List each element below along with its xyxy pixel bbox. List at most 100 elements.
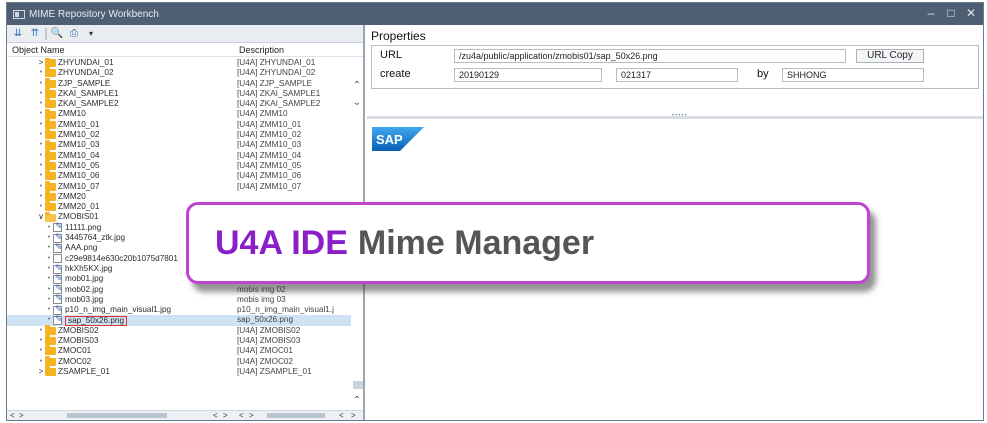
splitter-grip-icon[interactable]: ••••• bbox=[672, 113, 688, 119]
collapse-arrow-icon[interactable]: ∨ bbox=[37, 212, 45, 222]
tree-folder-row[interactable]: • ZMOC02 [U4A] ZMOC02 bbox=[7, 355, 351, 367]
tree-node-description: [U4A] ZKAI_SAMPLE1 bbox=[237, 88, 321, 98]
scroll-right-icon[interactable]: > bbox=[223, 411, 228, 420]
tree-node[interactable]: • p10_n_img_main_visual1.jpg bbox=[45, 304, 171, 315]
tree-folder-row[interactable]: • ZMM20 bbox=[7, 191, 351, 202]
tree-node-label: hkXh5KX.jpg bbox=[65, 263, 113, 273]
tree-node[interactable]: • c29e9814e630c20b1075d7801 bbox=[45, 254, 178, 264]
properties-title: Properties bbox=[371, 29, 426, 43]
tree-folder-row[interactable]: > ZSAMPLE_01 [U4A] ZSAMPLE_01 bbox=[7, 366, 351, 377]
tree-node-label: ZMM10_06 bbox=[58, 171, 100, 181]
scroll-right-icon[interactable]: > bbox=[351, 411, 356, 420]
tree-node-label: ZMM20 bbox=[58, 191, 86, 201]
folder-icon bbox=[45, 77, 56, 88]
tree-node-label: mob01.jpg bbox=[65, 274, 104, 284]
column-object-name[interactable]: Object Name bbox=[12, 45, 65, 55]
created-by-field[interactable]: SHHONG bbox=[782, 68, 924, 82]
horizontal-scrollbar[interactable]: < > < > < > < > bbox=[7, 410, 363, 420]
tree-folder-row[interactable]: • ZMM10_02 [U4A] ZMM10_02 bbox=[7, 129, 351, 140]
tree-node[interactable]: ∨ ZMOBIS01 bbox=[37, 211, 99, 222]
tree-node-label: AAA.png bbox=[65, 243, 98, 253]
url-field[interactable]: /zu4a/public/application/zmobis01/sap_50… bbox=[454, 49, 846, 63]
tree-folder-row[interactable]: • ZMM10_07 [U4A] ZMM10_07 bbox=[7, 180, 351, 192]
tree-node-description: [U4A] ZMM10 bbox=[237, 109, 288, 119]
maximize-icon[interactable]: □ bbox=[945, 6, 957, 20]
image-file-icon bbox=[53, 314, 63, 326]
tree-node-label: mob03.jpg bbox=[65, 294, 104, 304]
tree-node[interactable]: > ZSAMPLE_01 bbox=[37, 366, 110, 377]
minimize-icon[interactable]: – bbox=[925, 6, 937, 20]
tree-node[interactable]: • mob03.jpg bbox=[45, 293, 104, 305]
by-label: by bbox=[757, 68, 769, 80]
expand-arrow-icon[interactable]: > bbox=[37, 58, 45, 68]
collapse-all-icon[interactable]: ⇈ bbox=[28, 27, 42, 40]
tree-bullet-icon: • bbox=[39, 357, 43, 365]
tree-node[interactable]: • 11111.png bbox=[45, 221, 101, 233]
tree-folder-row[interactable]: • ZMM10_06 [U4A] ZMM10_06 bbox=[7, 170, 351, 181]
window-controls: – □ ✕ bbox=[925, 6, 977, 20]
tree-bullet-icon: • bbox=[47, 223, 51, 231]
tree-bullet-icon: • bbox=[47, 244, 51, 252]
tree-node[interactable]: • AAA.png bbox=[45, 242, 98, 253]
scroll-right-icon[interactable]: > bbox=[19, 411, 24, 420]
tree-folder-row[interactable]: • ZJP_SAMPLE [U4A] ZJP_SAMPLE bbox=[7, 77, 351, 89]
tree-node-description: [U4A] ZMOBIS02 bbox=[237, 325, 301, 335]
tree-folder-row[interactable]: • ZMM10 [U4A] ZMM10 bbox=[7, 108, 351, 119]
tree-node[interactable]: •sap_50x26.png bbox=[45, 314, 127, 326]
tree-folder-row[interactable]: > ZHYUNDAI_01 [U4A] ZHYUNDAI_01 bbox=[7, 58, 351, 68]
tree-node[interactable]: • ZKAI_SAMPLE2 bbox=[37, 98, 119, 109]
scroll-up-icon[interactable]: ⌃ bbox=[353, 80, 361, 91]
tree-folder-row[interactable]: • ZMM10_04 [U4A] ZMM10_04 bbox=[7, 149, 351, 161]
tree-folder-row[interactable]: • ZHYUNDAI_02 [U4A] ZHYUNDAI_02 bbox=[7, 67, 351, 78]
tree-folder-row[interactable]: • ZMM10_05 [U4A] ZMM10_05 bbox=[7, 160, 351, 171]
horizontal-scroll-thumb[interactable] bbox=[267, 413, 325, 418]
tree-bullet-icon: • bbox=[39, 110, 43, 118]
horizontal-scroll-thumb[interactable] bbox=[67, 413, 167, 418]
scroll-left-icon[interactable]: < bbox=[213, 411, 218, 420]
close-icon[interactable]: ✕ bbox=[965, 6, 977, 20]
scroll-left-icon[interactable]: < bbox=[239, 411, 244, 420]
tree-node[interactable]: • ZMM10_02 bbox=[37, 129, 100, 140]
tree-folder-row[interactable]: • ZMOBIS03 [U4A] ZMOBIS03 bbox=[7, 335, 351, 346]
tree-bullet-icon: • bbox=[47, 285, 51, 293]
panel-splitter[interactable]: ••••• bbox=[367, 113, 983, 119]
tree-bullet-icon: • bbox=[47, 234, 51, 242]
tree-node-description: [U4A] ZMM10_01 bbox=[237, 119, 302, 129]
scrollbar-upper[interactable]: ⌃ ⌄ bbox=[351, 80, 363, 116]
scroll-left-icon[interactable]: < bbox=[339, 411, 344, 420]
dropdown-icon[interactable]: ▾ bbox=[84, 27, 98, 40]
column-description[interactable]: Description bbox=[239, 45, 284, 55]
tree-node[interactable]: • mob02.jpg bbox=[45, 283, 103, 295]
tree-folder-row[interactable]: • ZMM10_01 [U4A] ZMM10_01 bbox=[7, 118, 351, 130]
banner-accent: U4A IDE bbox=[215, 223, 348, 262]
print-icon[interactable]: ⎙ bbox=[67, 27, 81, 40]
tree-node[interactable]: • mob01.jpg bbox=[45, 273, 104, 284]
folder-icon bbox=[45, 345, 56, 356]
scroll-right-icon[interactable]: > bbox=[249, 411, 254, 420]
tree-toolbar: ⇊ ⇈ 🔍 ⎙ ▾ bbox=[7, 25, 363, 43]
scrollbar-thumb[interactable] bbox=[353, 381, 363, 389]
tree-file-row[interactable]: •sap_50x26.pngsap_50x26.png bbox=[7, 314, 351, 326]
tree-bullet-icon: • bbox=[39, 172, 43, 180]
url-copy-button[interactable]: URL Copy bbox=[856, 49, 924, 63]
create-time-field[interactable]: 021317 bbox=[616, 68, 738, 82]
scroll-left-icon[interactable]: < bbox=[10, 411, 15, 420]
tree-node[interactable]: • ZMM20_01 bbox=[37, 201, 99, 212]
tree-node[interactable]: • ZMM10 bbox=[37, 108, 86, 119]
tree-folder-row[interactable]: • ZMM10_03 [U4A] ZMM10_03 bbox=[7, 139, 351, 150]
tree-folder-row[interactable]: • ZKAI_SAMPLE2 [U4A] ZKAI_SAMPLE2 bbox=[7, 98, 351, 109]
create-date-field[interactable]: 20190129 bbox=[454, 68, 602, 82]
properties-box: URL /zu4a/public/application/zmobis01/sa… bbox=[371, 45, 979, 89]
tree-folder-row[interactable]: • ZMOC01 [U4A] ZMOC01 bbox=[7, 345, 351, 356]
tree-folder-row[interactable]: • ZMOBIS02 [U4A] ZMOBIS02 bbox=[7, 324, 351, 336]
expand-all-icon[interactable]: ⇊ bbox=[11, 27, 25, 40]
tree-folder-row[interactable]: • ZKAI_SAMPLE1 [U4A] ZKAI_SAMPLE1 bbox=[7, 88, 351, 99]
tree-node-description: [U4A] ZMM10_06 bbox=[237, 171, 302, 181]
tree-node-label: ZMM10_02 bbox=[58, 130, 100, 140]
tree-node-label: ZKAI_SAMPLE2 bbox=[58, 99, 119, 109]
scroll-down-icon[interactable]: ⌄ bbox=[353, 97, 361, 108]
find-icon[interactable]: 🔍 bbox=[50, 27, 64, 40]
scroll-up-icon[interactable]: ⌃ bbox=[353, 395, 361, 406]
expand-arrow-icon[interactable]: > bbox=[37, 367, 45, 377]
tree-node-label: ZMM10_03 bbox=[58, 140, 100, 150]
